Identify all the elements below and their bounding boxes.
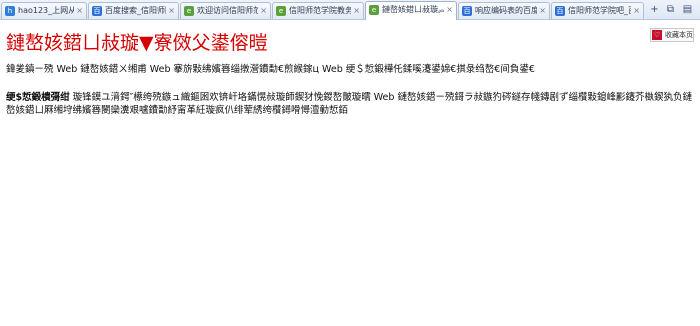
heart-icon: ♡ (652, 30, 662, 40)
tab-list-icon[interactable]: ▤ (681, 3, 694, 16)
close-icon[interactable]: × (446, 2, 453, 18)
close-icon[interactable]: × (633, 3, 640, 19)
baidu-favicon-icon: 百 (555, 6, 565, 16)
page-content: 鏈嶅姟鍣ㄩ敊璇▼寮傚父鍙傛暟 ♡ 收藏本页 鍏夎鎮ㄧ殑 Web 鏈嶅姟鍣ㄨ缃甫 … (0, 20, 700, 326)
tab-encoding-search[interactable]: 百 响应编码表的百度… × (458, 2, 550, 19)
tab-academic-affairs[interactable]: e 信阳师范学院教务处 × (272, 2, 364, 19)
browser-tab-bar: h hao123_上网从这里… × 百 百度搜索_信阳师院 × e 欢迎访问信阳… (0, 0, 700, 20)
tab-label: 信阳师范学院教务处 (289, 6, 351, 15)
tab-label: 百度搜索_信阳师院 (105, 6, 166, 15)
admin-note-text: 璇锋鏌ユ湇鍔″櫒绔殑鏃ュ織鏂囦欢锛屽垎鏋愰敊璇師鍥犲悗鍐嶅皾璇曘 Web 鏈嶅姟… (6, 92, 692, 116)
new-tab-icon[interactable]: + (648, 3, 661, 16)
page-favicon-icon: e (184, 6, 194, 16)
bookmark-label: 收藏本页 (665, 31, 693, 39)
hao123-favicon-icon: h (5, 6, 15, 16)
tab-tieba[interactable]: 百 信阳师范学院吧_百… × (551, 2, 644, 19)
error-description: 鍏夎鎮ㄧ殑 Web 鏈嶅姟鍣ㄨ缃甫 Web 搴旂敤绋嬪簭缁撴瀯鐨勫€煎緱鎵ц W… (6, 64, 535, 75)
tab-baidu-search[interactable]: 百 百度搜索_信阳师院 × (88, 2, 179, 19)
admin-note-label: 绠$悊鍛樻彁绀 (6, 92, 70, 103)
tab-label: 鏈嶅姟鍣ㄩ敊璇︽ (382, 5, 444, 14)
close-icon[interactable]: × (76, 3, 83, 19)
tab-server-error[interactable]: e 鏈嶅姟鍣ㄩ敊璇︽ × (365, 1, 457, 20)
tab-label: 信阳师范学院吧_百… (568, 6, 631, 15)
restore-tabs-icon[interactable]: ⧉ (664, 3, 677, 16)
tab-label: 欢迎访问信阳师范学… (197, 6, 258, 15)
tab-label: 响应编码表的百度… (475, 6, 537, 15)
close-icon[interactable]: × (353, 3, 360, 19)
page-favicon-icon: e (276, 6, 286, 16)
page-favicon-icon: e (369, 5, 379, 15)
baidu-favicon-icon: 百 (92, 6, 102, 16)
page-title: 鏈嶅姟鍣ㄩ敊璇▼寮傚父鍙傛暟 (6, 32, 268, 54)
tab-label: hao123_上网从这里… (18, 6, 74, 15)
close-icon[interactable]: × (260, 3, 267, 19)
admin-note: 绠$悊鍛樻彁绀 璇锋鏌ユ湇鍔″櫒绔殑鏃ュ織鏂囦欢锛屽垎鏋愰敊璇師鍥犲悗鍐嶅皾璇曘… (6, 91, 694, 117)
tab-welcome-xynu[interactable]: e 欢迎访问信阳师范学… × (180, 2, 271, 19)
close-icon[interactable]: × (168, 3, 175, 19)
baidu-favicon-icon: 百 (462, 6, 472, 16)
close-icon[interactable]: × (539, 3, 546, 19)
tab-hao123[interactable]: h hao123_上网从这里… × (1, 2, 87, 19)
bookmark-button[interactable]: ♡ 收藏本页 (650, 28, 694, 42)
